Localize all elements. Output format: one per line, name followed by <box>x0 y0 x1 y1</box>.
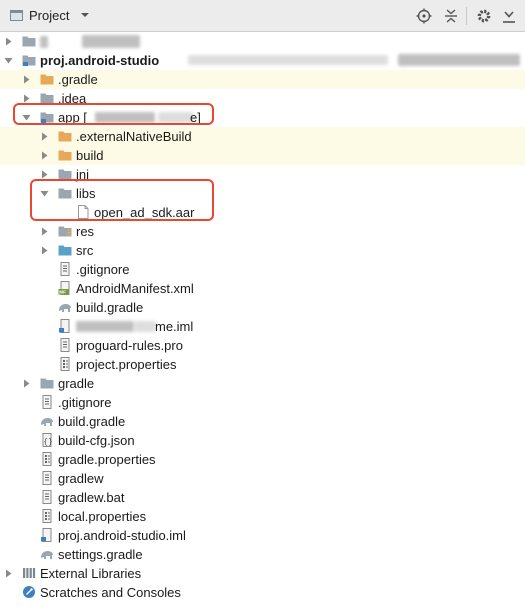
tree-item-label: proguard-rules.pro <box>76 338 183 353</box>
tree-item-label: .gradle <box>58 72 98 87</box>
properties-file-icon <box>60 357 70 371</box>
tree-item-label: Scratches and Consoles <box>40 585 181 600</box>
svg-text:{}: {} <box>43 437 53 446</box>
manifest-file-icon: MF <box>58 281 70 295</box>
chevron-right-icon[interactable] <box>22 94 31 103</box>
library-icon <box>23 568 36 578</box>
tree-item-label: src <box>76 243 94 258</box>
tree-item-gitignore[interactable]: .gitignore <box>0 393 525 412</box>
tree-item-build-cfg[interactable]: {} build-cfg.json <box>0 431 525 450</box>
annotation-box-app <box>13 103 214 125</box>
dropdown-icon[interactable] <box>80 10 90 20</box>
chevron-right-icon[interactable] <box>40 151 49 160</box>
tree-item-build-gradle[interactable]: build.gradle <box>0 412 525 431</box>
chevron-right-icon[interactable] <box>40 170 49 179</box>
tree-item-external-libraries[interactable]: External Libraries <box>0 564 525 583</box>
tree-item-label: settings.gradle <box>58 547 143 562</box>
tree-item-label: build.gradle <box>58 414 126 429</box>
chevron-right-icon[interactable] <box>40 227 49 236</box>
chevron-right-icon[interactable] <box>22 379 31 388</box>
tree-item-build-dir[interactable]: build <box>0 146 525 165</box>
tree-item-label: local.properties <box>58 509 147 524</box>
folder-icon <box>58 131 72 142</box>
tree-item-label: .gitignore <box>76 262 130 277</box>
text-file-icon <box>60 338 70 352</box>
svg-text:MF: MF <box>59 290 66 295</box>
tree-item-label: .gitignore <box>58 395 112 410</box>
tree-item-gradle-folder[interactable]: gradle <box>0 374 525 393</box>
collapse-all-icon[interactable] <box>442 7 460 25</box>
properties-file-icon <box>42 509 52 523</box>
tree-item-external-native-build[interactable]: .externalNativeBuild <box>0 127 525 146</box>
toolbar-separator <box>466 7 467 25</box>
tree-item-app-gitignore[interactable]: .gitignore <box>0 260 525 279</box>
gradle-elephant-icon <box>59 304 71 312</box>
root-label: proj.android-studio <box>40 53 160 68</box>
tree-item-settings-gradle[interactable]: settings.gradle <box>0 545 525 564</box>
tree-item-gradlew[interactable]: gradlew <box>0 469 525 488</box>
project-icon <box>10 10 23 21</box>
tree-item-app-iml[interactable]: me.iml <box>0 317 525 336</box>
scratches-icon <box>23 586 35 598</box>
hide-panel-icon[interactable] <box>500 7 518 25</box>
project-tree: proj.android-studio .gradle .idea app [ … <box>0 32 525 616</box>
resources-folder-icon <box>58 226 72 237</box>
gradle-elephant-icon <box>41 551 53 559</box>
tree-item-gradle-properties[interactable]: gradle.properties <box>0 450 525 469</box>
text-file-icon <box>42 395 52 409</box>
tree-item-label: res <box>76 224 95 239</box>
tree-item-local-properties[interactable]: local.properties <box>0 507 525 526</box>
tree-item-label: External Libraries <box>40 566 142 581</box>
chevron-right-icon[interactable] <box>40 132 49 141</box>
tree-item-label: AndroidManifest.xml <box>76 281 194 296</box>
chevron-right-icon[interactable] <box>40 246 49 255</box>
tree-item-label: proj.android-studio.iml <box>58 528 186 543</box>
source-folder-icon <box>58 245 72 256</box>
tree-item-label: gradle <box>58 376 95 391</box>
folder-icon <box>22 36 36 47</box>
tree-item-project-iml[interactable]: proj.android-studio.iml <box>0 526 525 545</box>
chevron-down-icon[interactable] <box>4 56 13 65</box>
text-file-icon <box>42 471 52 485</box>
json-file-icon: {} <box>42 433 53 447</box>
tree-item-label: project.properties <box>76 357 177 372</box>
tree-item-app-build-gradle[interactable]: build.gradle <box>0 298 525 317</box>
tree-item-label: build <box>76 148 104 163</box>
module-file-icon <box>59 319 70 333</box>
tree-item-hidden-module[interactable] <box>0 32 525 51</box>
folder-icon <box>40 378 54 389</box>
text-file-icon <box>42 490 52 504</box>
chevron-right-icon[interactable] <box>22 75 31 84</box>
tree-item-gradle-dir[interactable]: .gradle <box>0 70 525 89</box>
tree-item-project-properties[interactable]: project.properties <box>0 355 525 374</box>
tree-item-res-dir[interactable]: res <box>0 222 525 241</box>
tree-item-src-dir[interactable]: src <box>0 241 525 260</box>
properties-file-icon <box>42 452 52 466</box>
gradle-elephant-icon <box>41 418 53 426</box>
module-file-icon <box>41 528 52 542</box>
tree-item-label: gradlew <box>58 471 104 486</box>
tree-item-label: gradle.properties <box>58 452 156 467</box>
tree-item-proguard[interactable]: proguard-rules.pro <box>0 336 525 355</box>
chevron-right-icon[interactable] <box>4 37 13 46</box>
project-view-title[interactable]: Project <box>29 8 69 23</box>
tree-item-gradlew-bat[interactable]: gradlew.bat <box>0 488 525 507</box>
annotation-box-libs <box>30 179 214 221</box>
gear-icon[interactable] <box>475 7 493 25</box>
folder-icon <box>40 74 54 85</box>
project-folder-icon <box>22 55 36 66</box>
tree-item-label: me.iml <box>155 319 194 334</box>
folder-icon <box>58 150 72 161</box>
tree-item-label: .externalNativeBuild <box>76 129 192 144</box>
locate-icon[interactable] <box>415 7 433 25</box>
chevron-right-icon[interactable] <box>4 569 13 578</box>
project-toolbar: Project <box>0 0 525 32</box>
tree-item-manifest[interactable]: MF AndroidManifest.xml <box>0 279 525 298</box>
tree-item-label: build-cfg.json <box>58 433 135 448</box>
tree-item-label: gradlew.bat <box>58 490 125 505</box>
text-file-icon <box>60 262 70 276</box>
tree-item-label: build.gradle <box>76 300 144 315</box>
tree-item-root[interactable]: proj.android-studio <box>0 51 525 70</box>
tree-item-scratches[interactable]: Scratches and Consoles <box>0 583 525 602</box>
